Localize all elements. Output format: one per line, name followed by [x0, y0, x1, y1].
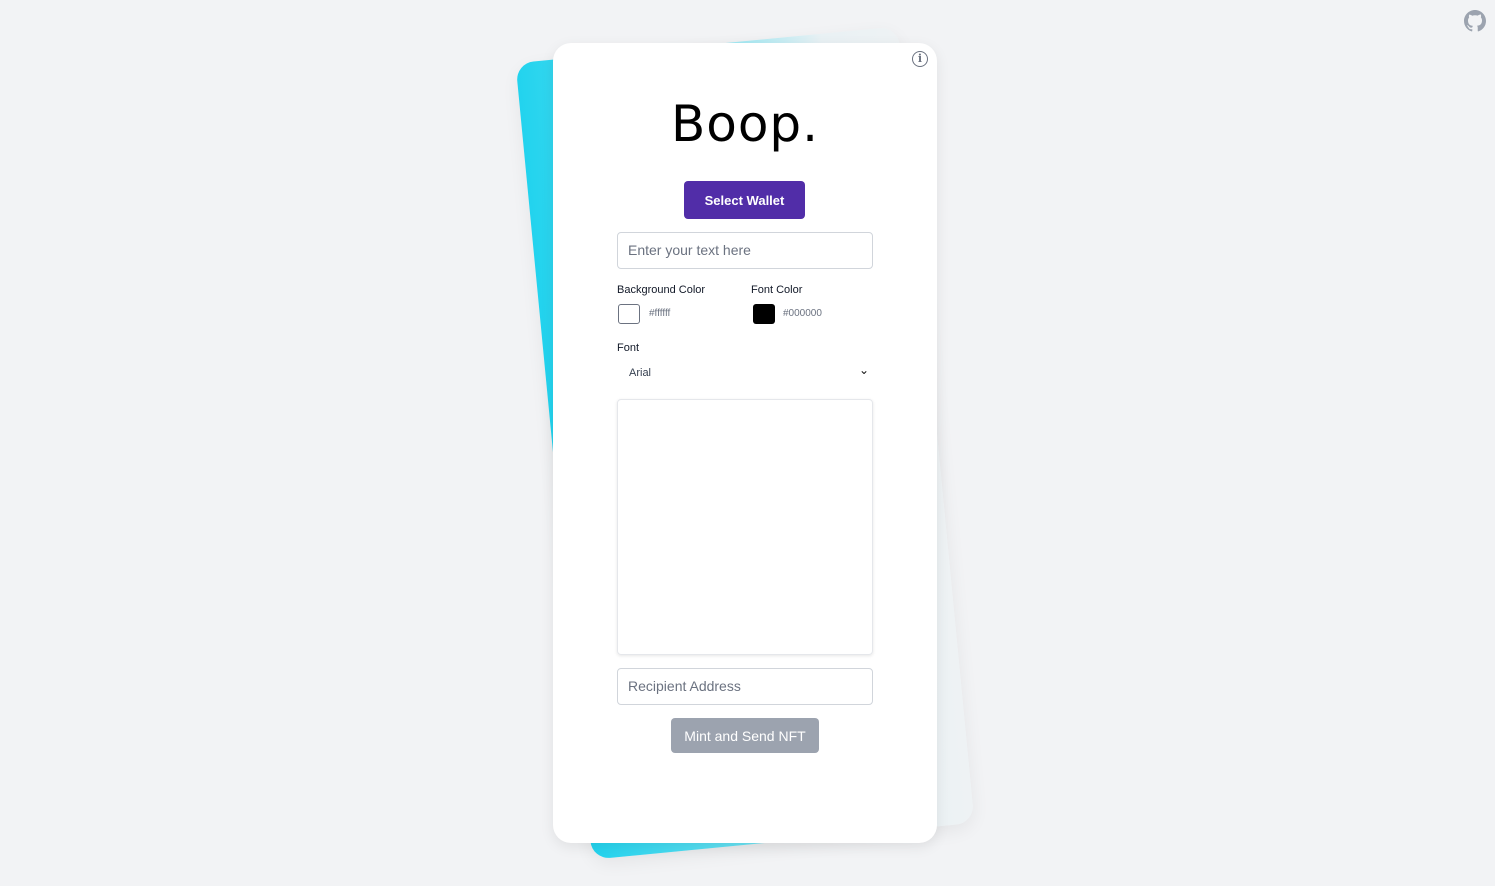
recipient-address-input[interactable]: Recipient Address	[617, 668, 873, 705]
font-select[interactable]: Arial ⌄	[617, 361, 873, 383]
logo: Boop.	[670, 95, 820, 153]
github-icon[interactable]	[1464, 10, 1486, 32]
font-color-swatch[interactable]	[753, 304, 775, 324]
info-icon[interactable]: i	[912, 51, 928, 67]
background-color-value: #ffffff	[649, 308, 671, 319]
background-color-swatch[interactable]	[618, 304, 640, 324]
mint-card: i Boop. Select Wallet Enter your text he…	[553, 43, 937, 843]
font-label: Font	[617, 342, 640, 354]
chevron-down-icon: ⌄	[858, 363, 869, 377]
background-color-label: Background Color	[617, 284, 706, 296]
text-input[interactable]: Enter your text here	[617, 232, 873, 269]
font-color-label: Font Color	[751, 284, 803, 296]
font-color-value: #000000	[783, 308, 822, 319]
mint-and-send-button[interactable]: Mint and Send NFT	[671, 718, 819, 753]
nft-preview	[617, 399, 873, 655]
font-select-value: Arial	[629, 367, 652, 379]
select-wallet-button[interactable]: Select Wallet	[684, 181, 805, 219]
